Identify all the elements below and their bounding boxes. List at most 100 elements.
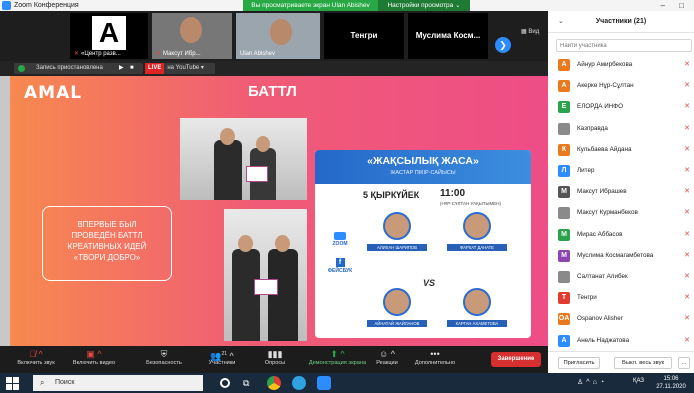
video-tile[interactable]: Ulan Abishev <box>236 13 320 59</box>
participant-name: Айнур Амирбекова <box>577 61 633 68</box>
participants-panel: ⌄ Участники (21) А Айнур Амирбекова ✕ А Акер… <box>548 11 694 373</box>
more-options-button[interactable]: ... <box>678 357 690 369</box>
tile-name: Тенгри <box>350 31 378 40</box>
participant-name: Салтанат Алибек <box>577 273 628 280</box>
avatar <box>558 207 570 220</box>
cortana-icon[interactable] <box>220 378 230 388</box>
participant-name: ЕЛОРДА ИНФО <box>577 103 623 111</box>
language-indicator[interactable]: ҚАЗ <box>633 378 644 384</box>
video-strip: A ✕ «Центр разв... ✕ Максут Ибр... Ulan Ab… <box>0 11 548 61</box>
video-tile[interactable]: Муслима Косм... <box>408 13 488 59</box>
person-figure <box>268 249 298 341</box>
avatar <box>558 122 570 135</box>
end-meeting-button[interactable]: Завершение <box>491 352 541 367</box>
slide-text-line: КРЕАТИВНЫХ ИДЕЙ <box>67 242 147 251</box>
participant-row[interactable]: А Айнур Амирбекова ✕ <box>548 55 694 76</box>
chrome-icon[interactable] <box>267 376 281 390</box>
speaker-photo <box>463 212 491 240</box>
mic-off-icon: ✕ <box>684 315 690 323</box>
taskbar-search[interactable]: ⌕ Поиск <box>33 375 203 391</box>
participant-row[interactable]: Е ЕЛОРДА ИНФО ✕ <box>548 97 694 118</box>
recording-status: Запись приостановлена ▶ ■ <box>14 63 143 74</box>
windows-taskbar: ⌕ Поиск ⧉ ♙^⌂◔ ҚАЗ 15:06 27.11.2020 <box>0 373 694 393</box>
toolbar-label: Дополнительно <box>414 360 456 366</box>
live-stream-badge[interactable]: LIVE на YouTube ▾ <box>145 63 215 74</box>
zoom-taskbar-icon[interactable] <box>317 376 331 390</box>
participant-row[interactable]: М Максут Ибрашев ✕ <box>548 182 694 203</box>
participant-row[interactable]: К Кульбаева Айдана ✕ <box>548 140 694 161</box>
avatar <box>270 19 292 45</box>
avatar <box>558 271 570 283</box>
poster-date: 5 ҚЫРКҮЙЕК <box>363 190 420 200</box>
clock-date: 27.11.2020 <box>656 384 686 390</box>
participant-row[interactable]: Л Литер ✕ <box>548 161 694 182</box>
unmute-button[interactable]: 🎙̸ ^ Включить звук <box>6 348 66 366</box>
participant-name: Максут Ибрашев <box>577 188 627 196</box>
avatar: М <box>558 228 570 241</box>
avatar: Л <box>558 165 570 177</box>
participants-icon: 👥21 ^ <box>210 351 234 361</box>
clock[interactable]: 15:06 27.11.2020 <box>655 375 687 391</box>
participant-name: Ospanov Alisher <box>577 315 623 323</box>
mic-off-icon: ✕ <box>684 273 690 280</box>
view-settings-button[interactable]: Настройки просмотра ⌄ <box>378 0 470 11</box>
speaker-photo <box>383 212 411 240</box>
person-figure <box>214 140 242 200</box>
polls-button[interactable]: ▮▮▮ Опросы <box>245 348 305 366</box>
participant-row[interactable]: Максут Курманбеков ✕ <box>548 203 694 224</box>
edge-icon[interactable] <box>292 376 306 390</box>
tile-name: Максут Ибр... <box>163 51 201 57</box>
poster-title: «ЖАҚСЫЛЫҚ ЖАСА» <box>367 155 479 167</box>
participant-row[interactable]: А Анель Наджатова ✕ <box>548 331 694 352</box>
tile-name: Ulan Abishev <box>240 51 276 57</box>
invite-button[interactable]: Пригласить <box>558 357 600 369</box>
participant-row[interactable]: OA Ospanov Alisher ✕ <box>548 309 694 330</box>
mic-off-icon: 🎙̸ ^ <box>29 349 43 359</box>
avatar: К <box>558 143 570 156</box>
mic-off-icon: ✕ <box>684 336 690 344</box>
mic-off-icon: ✕ <box>156 51 162 57</box>
poster-subtitle: ЖАСТАР ПІКІР-САЙЫСЫ <box>390 170 456 176</box>
window-controls[interactable]: – □ <box>660 0 690 11</box>
stop-icon[interactable]: ■ <box>130 63 134 74</box>
facebook-icon: f <box>335 258 345 267</box>
window-title: Zoom Конференция <box>14 2 79 9</box>
video-tile[interactable]: ✕ Максут Ибр... <box>152 13 232 59</box>
recording-bar: Запись приостановлена ▶ ■ LIVE на YouTube… <box>0 61 548 76</box>
person-figure <box>232 249 260 341</box>
next-page-button[interactable]: ❯ <box>495 37 511 53</box>
participants-button[interactable]: 👥21 ^ Участники <box>192 348 252 366</box>
participant-row[interactable]: М Муслима Космагамбетова ✕ <box>548 246 694 267</box>
avatar: А <box>558 80 570 93</box>
participant-row[interactable]: А Акерке Нұр-Сұлтан ✕ <box>548 76 694 97</box>
system-tray[interactable]: ♙^⌂◔ <box>577 378 607 386</box>
participant-row[interactable]: Салтанат Алибек ✕ <box>548 267 694 288</box>
avatar: М <box>558 249 570 262</box>
participant-count: 21 <box>221 351 228 357</box>
participant-row[interactable]: Т Тенгри ✕ <box>548 288 694 309</box>
participant-row[interactable]: Казправда ✕ <box>548 119 694 140</box>
participant-search-input[interactable] <box>556 39 692 52</box>
start-video-button[interactable]: ▣ ^ Включить видео <box>64 348 124 366</box>
slide-title: БАТТЛ <box>248 83 297 100</box>
platform-label: ФЕЙСБУК <box>327 268 353 274</box>
mic-off-icon: ✕ <box>684 82 690 90</box>
mic-off-icon: ✕ <box>684 230 690 238</box>
polls-icon: ▮▮▮ <box>267 349 283 359</box>
video-tile[interactable]: Тенгри <box>324 13 404 59</box>
view-label: Вид <box>528 29 540 35</box>
more-button[interactable]: ••• Дополнительно <box>405 348 465 366</box>
video-tile[interactable]: A ✕ «Центр разв... <box>70 13 148 59</box>
security-button[interactable]: ⛨ Безопасность <box>134 348 194 366</box>
zoom-logo: ZOOM <box>325 232 355 247</box>
mic-off-icon: ✕ <box>684 145 690 153</box>
mute-all-button[interactable]: Выкл. весь звук <box>614 357 672 369</box>
resume-icon[interactable]: ▶ <box>119 63 124 74</box>
view-button[interactable]: ▦ Вид <box>521 28 539 35</box>
tile-name: «Центр разв... <box>81 51 121 57</box>
poster-time: 11:00 <box>440 188 466 199</box>
windows-start-icon[interactable] <box>6 377 19 390</box>
task-view-icon[interactable]: ⧉ <box>243 376 257 390</box>
participant-row[interactable]: М Мирас Аббасов ✕ <box>548 225 694 246</box>
toolbar-label: Реакции <box>376 360 398 366</box>
